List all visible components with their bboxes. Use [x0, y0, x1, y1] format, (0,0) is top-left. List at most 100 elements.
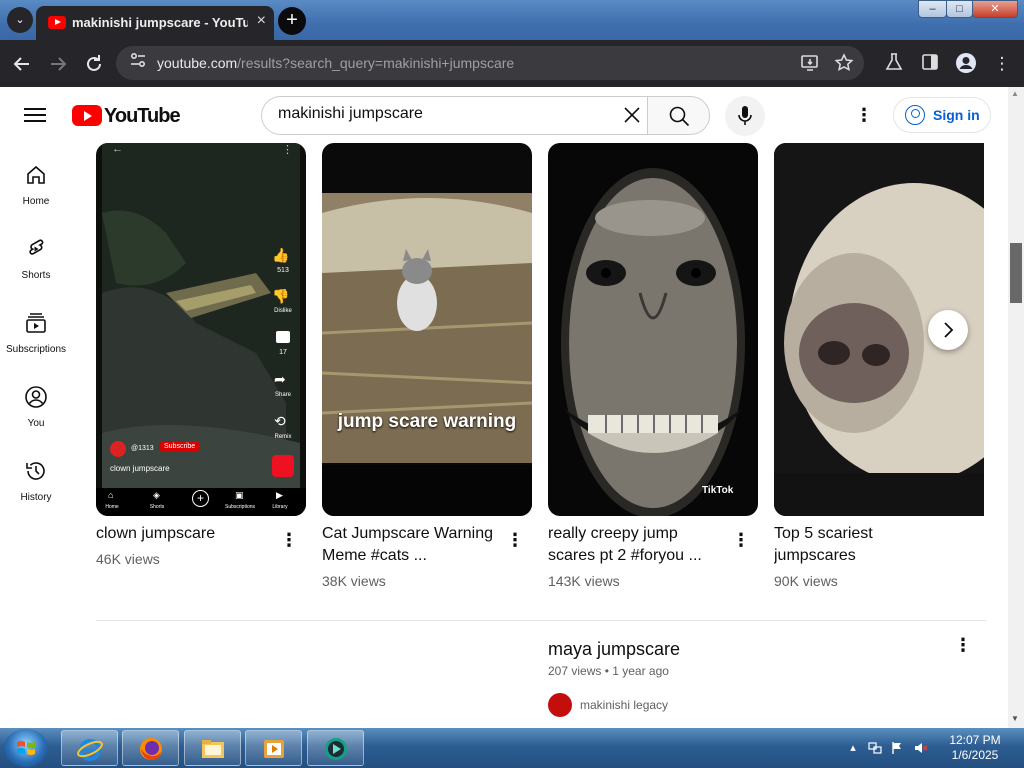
taskbar-active-app[interactable]: [307, 730, 364, 766]
short-remix-icon: ⟲: [274, 413, 286, 429]
section-divider: [96, 620, 986, 621]
minimize-button[interactable]: –: [918, 0, 947, 18]
start-button[interactable]: [4, 729, 48, 767]
scroll-up-arrow-icon[interactable]: ▲: [1011, 89, 1019, 98]
volume-muted-icon[interactable]: [914, 741, 928, 755]
guide-item-home[interactable]: Home: [0, 163, 72, 223]
guide-label: Shorts: [21, 270, 51, 281]
short-thumbnail[interactable]: ← ⋮ 👍 513 👎 Dislike 17 ➦ Share ⟲ Remix @…: [96, 143, 306, 516]
shorts-icon: [24, 237, 48, 261]
url-path: /results?search_query=makinishi+jumpscar…: [237, 55, 515, 71]
tab-title: makinishi jumpscare - YouTube: [72, 15, 248, 30]
settings-menu-icon[interactable]: ⋮: [852, 103, 876, 127]
voice-search-button[interactable]: [725, 96, 765, 136]
short-nav-subscriptions-icon: ▣: [235, 490, 244, 500]
short-nav-label: Shorts: [149, 504, 165, 510]
profile-icon[interactable]: [954, 52, 978, 76]
chrome-like-icon: [325, 738, 347, 760]
tab-youtube[interactable]: makinishi jumpscare - YouTube ×: [36, 6, 274, 40]
sign-in-button[interactable]: Sign in: [893, 97, 991, 133]
browser-menu-icon[interactable]: ⋮: [990, 52, 1014, 76]
short-nav-library-icon: ▶: [276, 490, 283, 500]
short-more-actions-icon[interactable]: ⋮: [732, 531, 750, 555]
search-input[interactable]: [278, 105, 598, 123]
guide-item-subscriptions[interactable]: Subscriptions: [0, 311, 72, 371]
guide-item-history[interactable]: History: [0, 459, 72, 519]
taskbar-media-player[interactable]: [245, 730, 302, 766]
short-thumbnail[interactable]: TikTok: [548, 143, 758, 516]
search-results: ← ⋮ 👍 513 👎 Dislike 17 ➦ Share ⟲ Remix @…: [72, 143, 1008, 728]
short-nav-create-icon: +: [192, 490, 209, 507]
guide-item-you[interactable]: You: [0, 385, 72, 445]
browser-window: ⌄ makinishi jumpscare - YouTube × + – □ …: [0, 0, 1024, 768]
short-views: 46K views: [96, 551, 160, 567]
tab-strip: ⌄ makinishi jumpscare - YouTube × + – □ …: [0, 0, 1024, 40]
history-icon: [24, 459, 48, 483]
guide-label: Home: [22, 196, 50, 207]
search-button[interactable]: [647, 96, 710, 135]
short-nav-home-icon: ⌂: [108, 490, 114, 500]
microphone-icon: [738, 106, 752, 125]
short-channel-avatar: [110, 441, 126, 457]
guide-menu-icon[interactable]: [24, 104, 46, 126]
site-info-icon[interactable]: [126, 51, 150, 75]
back-icon[interactable]: [10, 52, 34, 76]
short-share-icon: ➦: [274, 371, 286, 387]
tab-close-icon[interactable]: ×: [257, 12, 266, 30]
guide-label: Subscriptions: [5, 344, 67, 355]
bookmark-star-icon[interactable]: [834, 53, 854, 78]
short-title[interactable]: Cat Jumpscare Warning Meme #cats ...: [322, 523, 502, 567]
search-icon: [669, 106, 690, 127]
short-like-count: 513: [277, 267, 289, 274]
short-thumbnail[interactable]: jump scare warning: [322, 143, 532, 516]
short-more-actions-icon[interactable]: ⋮: [506, 531, 524, 555]
short-share-label: Share: [274, 392, 291, 398]
internet-explorer-icon: [77, 739, 103, 761]
install-app-icon[interactable]: [800, 53, 820, 78]
file-explorer-icon: [202, 740, 224, 758]
reload-icon[interactable]: [82, 52, 106, 76]
show-hidden-icons-icon[interactable]: ▴: [846, 741, 860, 755]
channel-avatar[interactable]: [548, 693, 572, 717]
labs-icon[interactable]: [882, 52, 906, 76]
forward-icon[interactable]: [46, 52, 70, 76]
video-title[interactable]: maya jumpscare: [548, 639, 680, 660]
short-subscribe-button: Subscribe: [160, 442, 200, 451]
maximize-button[interactable]: □: [946, 0, 973, 18]
short-channel-thumb-icon: [272, 455, 294, 477]
taskbar-internet-explorer[interactable]: [61, 730, 118, 766]
new-tab-button[interactable]: +: [278, 7, 306, 35]
youtube-wordmark: YouTube: [104, 105, 181, 127]
network-icon[interactable]: [868, 741, 882, 755]
page-scrollbar[interactable]: ▲ ▼: [1008, 87, 1024, 728]
taskbar-firefox[interactable]: [122, 730, 179, 766]
shelf-next-button[interactable]: [928, 310, 968, 350]
short-title[interactable]: Top 5 scariest jumpscares: [774, 523, 954, 567]
chevron-right-icon: [944, 322, 954, 338]
clock-date: 1/6/2025: [951, 748, 999, 762]
guide-item-shorts[interactable]: Shorts: [0, 237, 72, 297]
taskbar-clock[interactable]: 12:07 PM 1/6/2025: [940, 733, 1010, 763]
short-title[interactable]: clown jumpscare: [96, 523, 276, 545]
channel-name[interactable]: makinishi legacy: [580, 698, 668, 712]
clear-search-icon[interactable]: [620, 103, 644, 127]
side-panel-icon[interactable]: [918, 52, 942, 76]
guide-label: You: [27, 418, 45, 429]
close-window-button[interactable]: ✕: [972, 0, 1018, 18]
video-more-actions-icon[interactable]: ⋮: [954, 635, 972, 657]
address-bar[interactable]: youtube.com/results?search_query=makinis…: [116, 46, 864, 80]
account-icon: [905, 105, 925, 125]
short-title[interactable]: really creepy jump scares pt 2 #foryou .…: [548, 523, 728, 567]
tab-search-button[interactable]: ⌄: [7, 7, 33, 33]
taskbar-file-explorer[interactable]: [184, 730, 241, 766]
scrollbar-thumb[interactable]: [1010, 243, 1022, 303]
youtube-header: YouTube ⋮ Sign in: [0, 87, 1008, 143]
search-box[interactable]: [261, 96, 648, 135]
short-dislike-label: Dislike: [274, 308, 292, 314]
scroll-down-arrow-icon[interactable]: ▼: [1011, 714, 1019, 723]
action-center-flag-icon[interactable]: [890, 741, 904, 755]
youtube-favicon-icon: [48, 16, 66, 29]
subscriptions-icon: [24, 311, 48, 335]
url-host: youtube.com: [157, 55, 238, 71]
short-back-icon: ←: [112, 143, 123, 155]
